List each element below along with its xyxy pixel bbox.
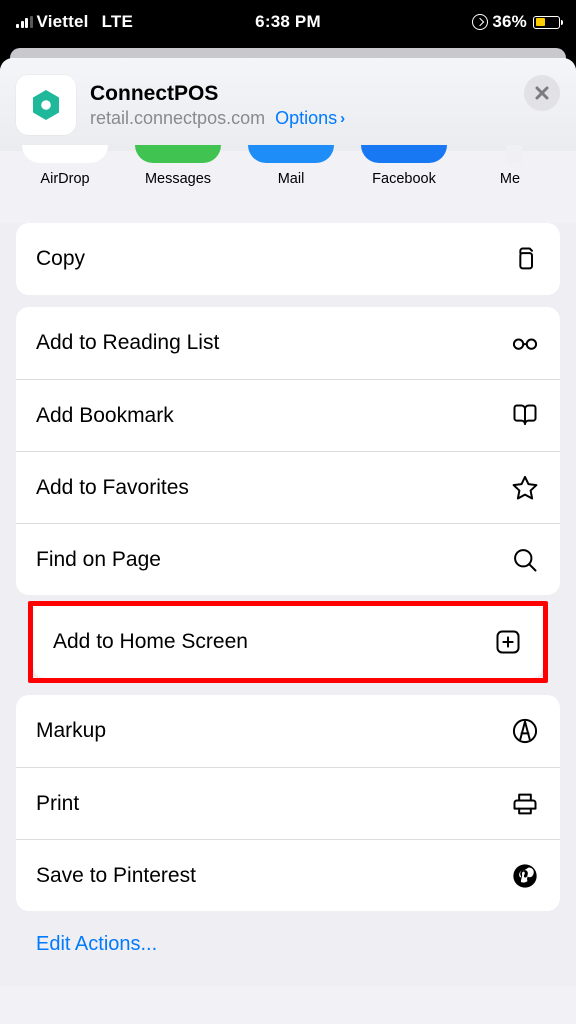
pinterest-icon <box>510 861 540 891</box>
share-airdrop[interactable]: AirDrop <box>22 145 108 187</box>
messages-icon <box>135 145 221 163</box>
search-icon <box>510 545 540 575</box>
home-screen-action[interactable]: Add to Home Screen <box>33 606 543 678</box>
book-icon <box>510 401 540 431</box>
plus-square-icon <box>493 627 523 657</box>
share-messages[interactable]: Messages <box>135 145 221 187</box>
share-targets-row: AirDrop Messages Mail Facebook Me <box>0 145 576 205</box>
markup-action[interactable]: Markup <box>16 695 560 767</box>
print-action[interactable]: Print <box>16 767 560 839</box>
app-icon <box>16 75 76 135</box>
status-bar: Viettel LTE 6:38 PM 36% <box>0 0 576 44</box>
battery-percent: 36% <box>492 12 527 32</box>
highlight-box: Add to Home Screen <box>28 601 548 683</box>
favorites-action[interactable]: Add to Favorites <box>16 451 560 523</box>
battery-icon <box>533 16 560 29</box>
copy-icon <box>510 244 540 274</box>
pinterest-action[interactable]: Save to Pinterest <box>16 839 560 911</box>
share-facebook[interactable]: Facebook <box>361 145 447 187</box>
page-title: ConnectPOS <box>90 82 560 106</box>
star-icon <box>510 473 540 503</box>
share-more[interactable]: Me <box>474 145 554 187</box>
signal-icon <box>16 16 33 28</box>
facebook-icon <box>361 145 447 163</box>
edit-actions-link[interactable]: Edit Actions... <box>16 911 560 966</box>
network-label: LTE <box>102 12 133 32</box>
print-icon <box>510 789 540 819</box>
copy-action[interactable]: Copy <box>16 223 560 295</box>
bookmark-action[interactable]: Add Bookmark <box>16 379 560 451</box>
share-sheet: ConnectPOS retail.connectpos.com Options… <box>0 58 576 1024</box>
clock: 6:38 PM <box>255 12 321 32</box>
glasses-icon <box>510 328 540 358</box>
mail-icon <box>248 145 334 163</box>
share-sheet-header: ConnectPOS retail.connectpos.com Options… <box>0 58 576 151</box>
airdrop-icon <box>22 145 108 163</box>
options-button[interactable]: Options› <box>275 108 345 129</box>
reading-list-action[interactable]: Add to Reading List <box>16 307 560 379</box>
find-action[interactable]: Find on Page <box>16 523 560 595</box>
rotation-lock-icon <box>472 14 488 30</box>
page-domain: retail.connectpos.com <box>90 108 265 129</box>
carrier-label: Viettel <box>37 12 89 32</box>
chevron-right-icon: › <box>340 110 345 127</box>
more-icon <box>506 145 522 163</box>
close-button[interactable] <box>524 75 560 111</box>
share-mail[interactable]: Mail <box>248 145 334 187</box>
markup-icon <box>510 716 540 746</box>
close-icon <box>535 86 549 100</box>
